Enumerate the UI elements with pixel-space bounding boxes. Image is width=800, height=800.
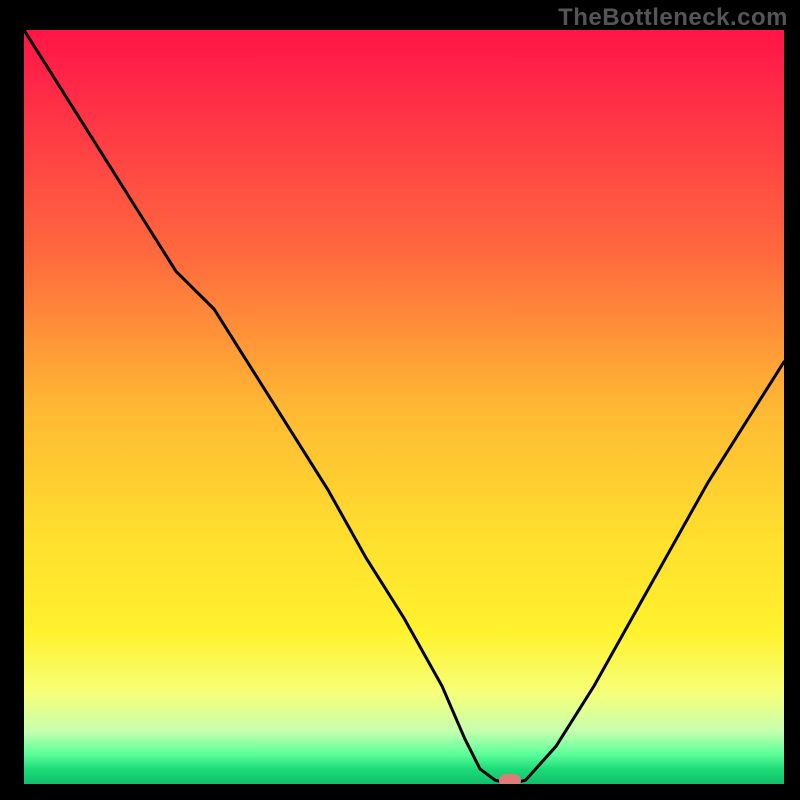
plot-area	[24, 30, 784, 784]
bottleneck-curve	[24, 30, 784, 784]
optimum-marker	[499, 774, 521, 784]
attribution-text: TheBottleneck.com	[558, 4, 788, 32]
chart-root: TheBottleneck.com	[0, 0, 800, 800]
